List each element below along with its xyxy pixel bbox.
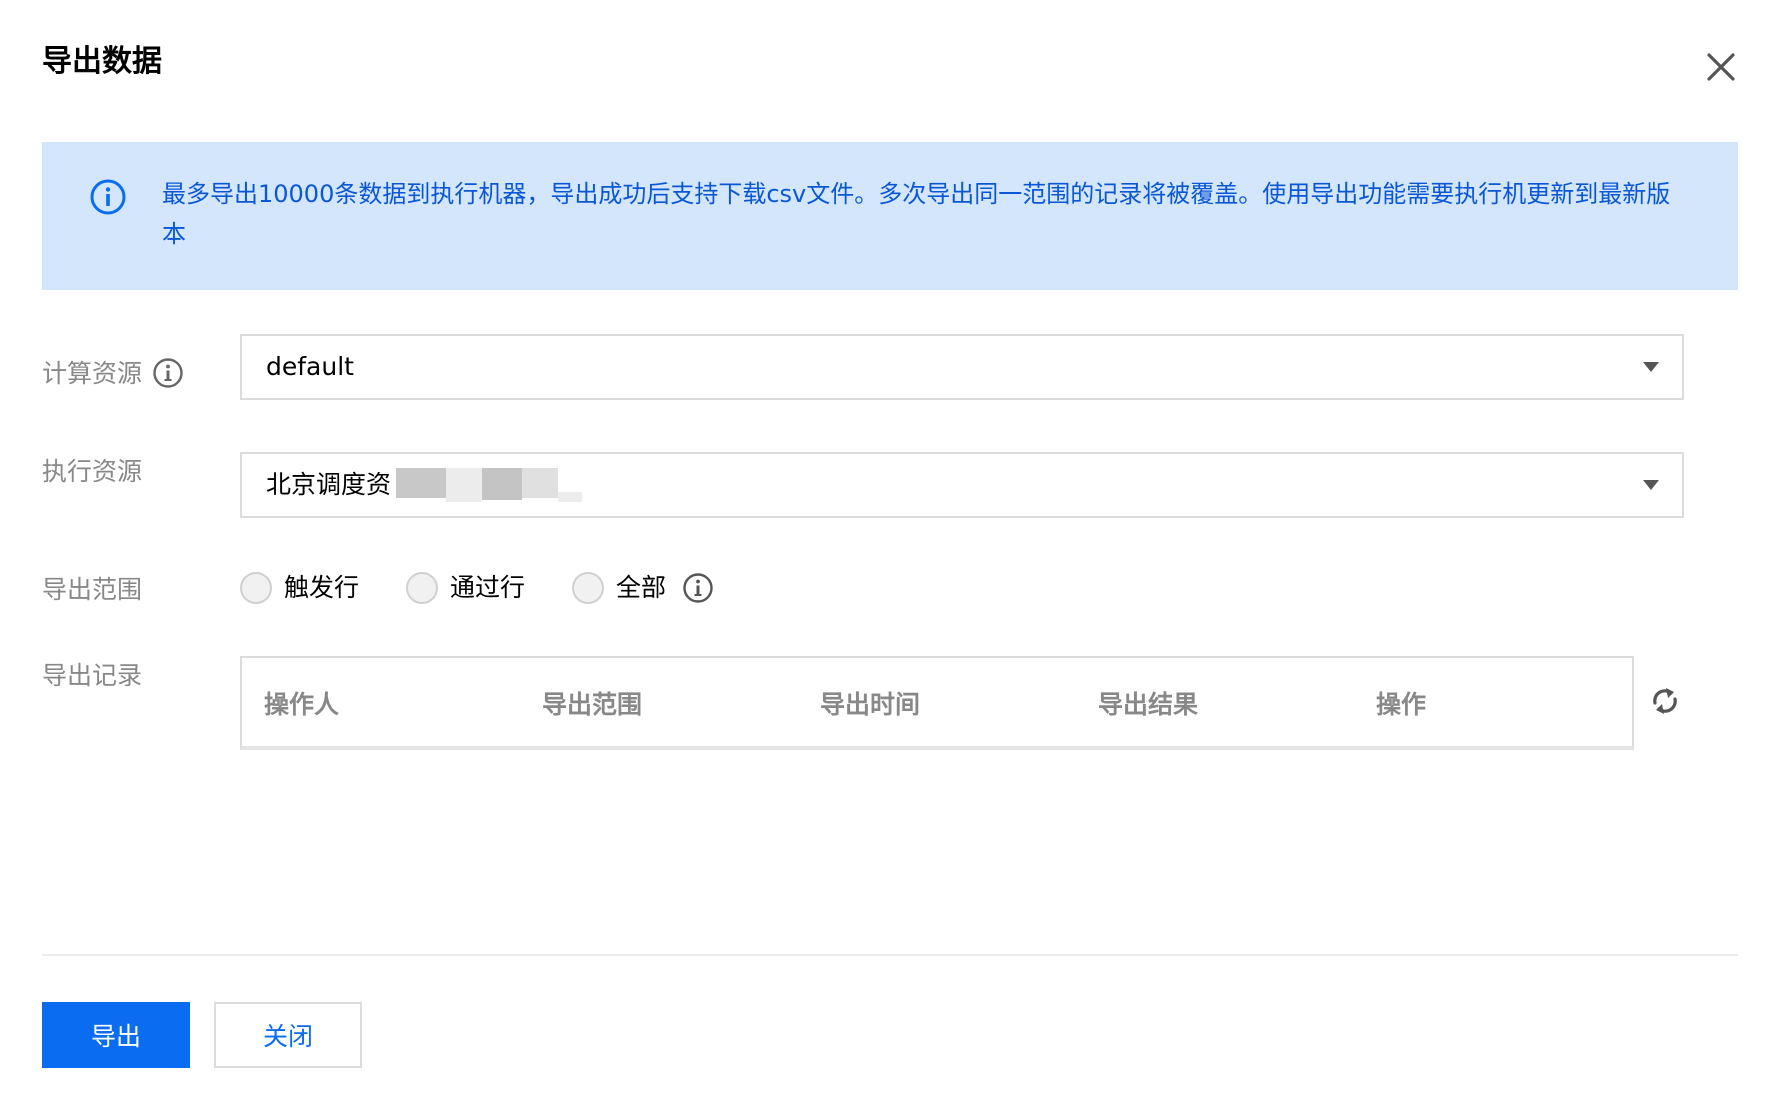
redacted-block	[446, 468, 482, 502]
info-circle-icon	[89, 178, 127, 216]
dialog-title: 导出数据	[42, 44, 162, 79]
radio-circle	[240, 572, 272, 604]
notice-text: 最多导出10000条数据到执行机器，导出成功后支持下载csv文件。多次导出同一范…	[162, 180, 1671, 248]
redacted-block	[396, 468, 446, 498]
export-records-label: 导出记录	[42, 661, 143, 690]
column-header-action: 操作	[1376, 690, 1427, 719]
export-records-table: 操作人 导出范围 导出时间 导出结果 操作	[240, 656, 1634, 750]
radio-label: 触发行	[284, 573, 360, 602]
exec-resource-label: 执行资源	[42, 457, 143, 486]
column-header-result: 导出结果	[1098, 690, 1199, 719]
export-range-label: 导出范围	[42, 575, 143, 604]
caret-down-icon	[1642, 360, 1660, 374]
export-data-dialog: 导出数据 最多导出10000条数据到执行机器，导出成功后支持下载csv文件。多次…	[0, 0, 1768, 1105]
column-header-operator: 操作人	[264, 690, 340, 719]
footer-divider	[42, 954, 1738, 956]
export-button[interactable]: 导出	[42, 1002, 190, 1068]
redacted-block	[558, 492, 582, 502]
exec-resource-value: 北京调度资	[266, 470, 392, 499]
close-button[interactable]	[1700, 46, 1742, 88]
refresh-icon[interactable]	[1648, 684, 1682, 718]
redacted-block	[522, 468, 558, 498]
column-header-range: 导出范围	[542, 690, 643, 719]
radio-label: 通过行	[450, 573, 526, 602]
radio-label: 全部	[616, 573, 667, 602]
info-icon[interactable]	[682, 572, 714, 604]
info-notice: 最多导出10000条数据到执行机器，导出成功后支持下载csv文件。多次导出同一范…	[42, 142, 1738, 290]
redacted-block	[482, 468, 522, 500]
radio-circle	[406, 572, 438, 604]
exec-resource-select[interactable]: 北京调度资	[240, 452, 1684, 518]
close-dialog-button[interactable]: 关闭	[214, 1002, 362, 1068]
close-icon	[1700, 46, 1742, 88]
radio-circle	[572, 572, 604, 604]
compute-resource-label: 计算资源	[42, 356, 184, 392]
column-header-time: 导出时间	[820, 690, 921, 719]
compute-resource-select[interactable]: default	[240, 334, 1684, 400]
info-icon[interactable]	[152, 357, 184, 389]
caret-down-icon	[1642, 478, 1660, 492]
compute-resource-value: default	[266, 352, 354, 381]
